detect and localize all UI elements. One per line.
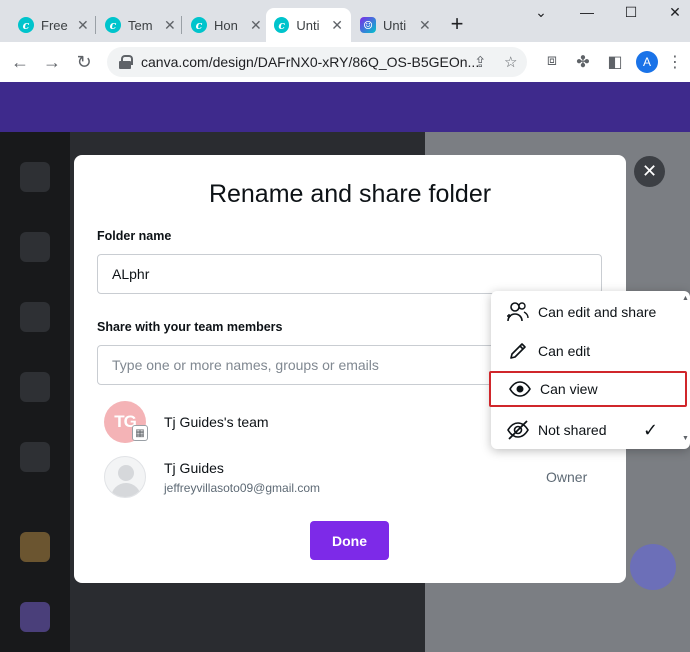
close-icon[interactable]: ✕ (419, 17, 431, 34)
side-nav-item (20, 162, 50, 192)
menu-item-label: Can edit (538, 343, 591, 359)
window-close-icon[interactable]: ✕ (665, 4, 685, 21)
dialog-title: Rename and share folder (208, 180, 492, 208)
canva-icon: c (274, 17, 290, 33)
member-name: Tj Guides (164, 460, 224, 476)
side-nav-item (20, 442, 50, 472)
canva-icon: c (105, 17, 121, 33)
forward-arrow-icon[interactable]: → (40, 50, 64, 74)
people-edit-icon (506, 300, 530, 324)
bookmark-star-icon[interactable]: ☆ (504, 53, 517, 71)
folder-name-input[interactable]: ALphr (97, 254, 602, 294)
help-bubble (630, 544, 676, 590)
share-icon[interactable]: ⇪ (474, 53, 487, 71)
extensions-puzzle-icon[interactable]: ✤ (573, 52, 593, 72)
url-text: canva.com/design/DAFrNX0-xRY/86Q_OS-B5GE… (141, 54, 480, 70)
browser-tab-4-active[interactable]: c Unti ✕ (266, 8, 351, 42)
eye-icon (508, 377, 532, 401)
menu-item-label: Can view (540, 381, 598, 397)
eye-off-icon (506, 418, 530, 442)
tab-label: Unti (383, 17, 407, 33)
member-email: jeffreyvillasoto09@gmail.com (164, 481, 321, 495)
minimize-icon[interactable]: — (577, 4, 597, 20)
reload-icon[interactable]: ↻ (72, 50, 96, 74)
side-nav-item (20, 372, 50, 402)
menu-item-label: Not shared (538, 422, 607, 438)
checkmark-icon: ✓ (643, 419, 659, 440)
close-dialog-button[interactable]: ✕ (634, 156, 665, 187)
browser-tab-3[interactable]: c Hon ✕ (183, 8, 270, 42)
share-members-input[interactable]: Type one or more names, groups or emails (97, 345, 517, 385)
menu-item-not-shared[interactable]: Not shared ✓ (491, 412, 681, 448)
canva-icon: c (191, 17, 207, 33)
side-nav-item (20, 302, 50, 332)
close-icon[interactable]: ✕ (77, 17, 89, 34)
tab-label: Tem (128, 17, 153, 33)
team-building-icon: ▦ (132, 425, 148, 441)
canva-icon: c (18, 17, 34, 33)
close-icon[interactable]: ✕ (164, 17, 176, 34)
tab-separator (181, 16, 182, 34)
folder-name-label: Folder name (97, 229, 172, 243)
browser-tab-strip: c Free ✕ c Tem ✕ c Hon ✕ c Unti ✕ ☺ Unti… (0, 0, 690, 42)
share-input-placeholder: Type one or more names, groups or emails (112, 357, 379, 373)
done-button[interactable]: Done (310, 521, 389, 560)
browser-tab-2[interactable]: c Tem ✕ (97, 8, 184, 42)
new-tab-plus-icon[interactable]: + (446, 11, 468, 37)
menu-item-can-view[interactable]: Can view (489, 371, 687, 407)
address-bar[interactable]: canva.com/design/DAFrNX0-xRY/86Q_OS-B5GE… (107, 47, 527, 77)
permission-dropdown-menu: Can edit and share Can edit Can view Not… (489, 291, 690, 449)
pencil-icon (506, 339, 530, 363)
tab-search-chevron-icon[interactable]: ⌄ (531, 4, 551, 21)
side-nav-item (20, 232, 50, 262)
member-row-owner: Tj Guides jeffreyvillasoto09@gmail.com (104, 456, 584, 500)
maximize-icon[interactable]: ☐ (621, 4, 641, 21)
menu-kebab-icon[interactable]: ⋮ (665, 52, 685, 72)
member-role-owner: Owner (546, 469, 588, 485)
canva-app-icon: ☺ (360, 17, 376, 33)
tab-label: Free (41, 17, 68, 33)
folder-name-value: ALphr (112, 266, 150, 282)
close-icon[interactable]: ✕ (331, 17, 343, 34)
close-icon: ✕ (641, 161, 658, 181)
tab-label: Hon (214, 17, 238, 33)
profile-avatar[interactable]: A (636, 51, 658, 73)
member-name: Tj Guides's team (164, 414, 269, 430)
tab-label: Unti (296, 17, 320, 33)
side-panel-icon[interactable]: ◧ (605, 52, 625, 72)
scroll-up-arrow-icon[interactable]: ▲ (681, 295, 690, 302)
menu-item-label: Can edit and share (538, 304, 657, 320)
browser-tab-5[interactable]: ☺ Unti ✕ (352, 8, 439, 42)
side-nav-item (20, 602, 50, 632)
browser-toolbar: ← → ↻ canva.com/design/DAFrNX0-xRY/86Q_O… (0, 42, 690, 82)
close-icon[interactable]: ✕ (250, 17, 262, 34)
user-avatar-placeholder-icon (104, 456, 146, 498)
browser-tab-1[interactable]: c Free ✕ (10, 8, 97, 42)
side-nav-item (20, 532, 50, 562)
canva-top-bar (0, 82, 690, 132)
menu-item-can-edit[interactable]: Can edit (491, 333, 681, 369)
share-label: Share with your team members (97, 320, 283, 334)
screenshot-extension-icon[interactable]: ⧈ (542, 52, 562, 70)
dropdown-scrollbar[interactable]: ▲ ▼ (681, 291, 690, 449)
menu-item-can-edit-and-share[interactable]: Can edit and share (491, 294, 681, 330)
lock-icon (119, 55, 133, 69)
tab-separator (95, 16, 96, 34)
scroll-down-arrow-icon[interactable]: ▼ (681, 435, 690, 442)
canva-side-nav (0, 132, 70, 652)
back-arrow-icon[interactable]: ← (8, 50, 32, 74)
